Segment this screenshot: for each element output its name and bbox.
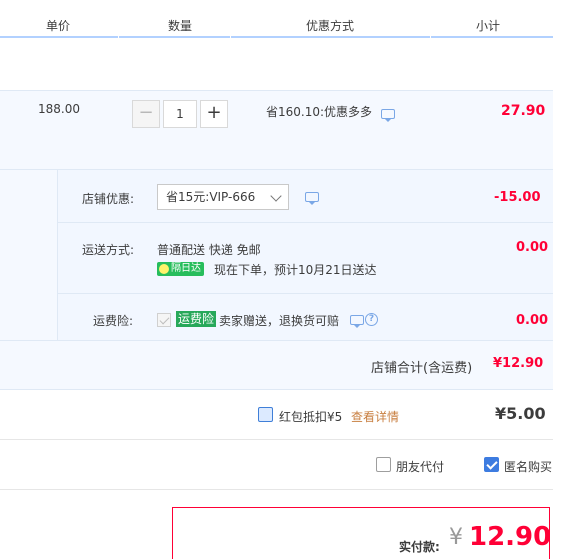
- quantity-input[interactable]: 1: [163, 100, 197, 128]
- item-discount: 省160.10:优惠多多: [266, 105, 373, 119]
- red-packet-label: 红包抵扣¥5: [279, 410, 343, 424]
- shipping-label: 运送方式:: [82, 243, 135, 257]
- friend-pay-checkbox[interactable]: [376, 457, 391, 472]
- shipping-amount: 0.00: [516, 240, 549, 255]
- shop-total-label: 店铺合计(含运费): [371, 361, 473, 376]
- insurance-checkbox: [157, 313, 171, 327]
- header-discount-method: 优惠方式: [306, 19, 355, 33]
- insurance-amount: 0.00: [516, 313, 549, 328]
- view-details-link[interactable]: 查看详情: [351, 408, 399, 425]
- insurance-text: 卖家赠送，退换货可赔: [219, 314, 340, 328]
- next-day-badge: 隔日达: [157, 262, 204, 276]
- quantity-increase-button[interactable]: +: [200, 100, 228, 128]
- payment-currency: ¥: [449, 525, 463, 550]
- quantity-decrease-button[interactable]: −: [132, 100, 160, 128]
- unit-price: 188.00: [38, 102, 80, 116]
- shop-discount-select[interactable]: 省15元:VIP-666: [157, 184, 289, 210]
- shop-discount-label: 店铺优惠:: [82, 192, 135, 206]
- help-icon[interactable]: ?: [365, 313, 378, 326]
- friend-pay-label: 朋友代付: [396, 460, 445, 474]
- anonymous-purchase-checkbox[interactable]: [484, 457, 499, 472]
- shop-discount-amount: -15.00: [494, 190, 541, 205]
- payment-summary: 实付款: ¥ 12.90: [172, 507, 552, 559]
- payment-amount: 12.90: [469, 522, 552, 552]
- header-quantity: 数量: [168, 19, 193, 33]
- red-packet-amount: ¥5.00: [495, 404, 546, 423]
- cart-item-row: 188.00 − 1 + 省160.10:优惠多多 27.90: [0, 90, 553, 170]
- delivery-estimate: 现在下单，预计10月21日送达: [214, 263, 377, 277]
- payment-label: 实付款:: [399, 540, 440, 554]
- table-header: 单价 数量 优惠方式 小计: [0, 0, 553, 38]
- message-icon[interactable]: [350, 315, 364, 328]
- insurance-tag: 运费险: [176, 311, 217, 327]
- message-icon[interactable]: [381, 109, 395, 122]
- lightning-icon: [159, 264, 169, 274]
- item-subtotal: 27.90: [501, 103, 546, 119]
- header-unit-price: 单价: [46, 19, 71, 33]
- insurance-label: 运费险:: [93, 314, 134, 328]
- chevron-down-icon: [270, 190, 282, 202]
- shop-section: 店铺优惠: 省15元:VIP-666 -15.00 运送方式: 普通配送 快递 …: [0, 170, 553, 390]
- shipping-method: 普通配送 快递 免邮: [157, 243, 261, 257]
- anonymous-purchase-label: 匿名购买: [504, 460, 553, 474]
- shop-total-amount: ¥12.90: [493, 356, 544, 371]
- shop-discount-selected: 省15元:VIP-666: [166, 190, 256, 204]
- header-subtotal: 小计: [476, 19, 501, 33]
- red-packet-checkbox[interactable]: [258, 407, 273, 422]
- message-icon[interactable]: [305, 192, 319, 205]
